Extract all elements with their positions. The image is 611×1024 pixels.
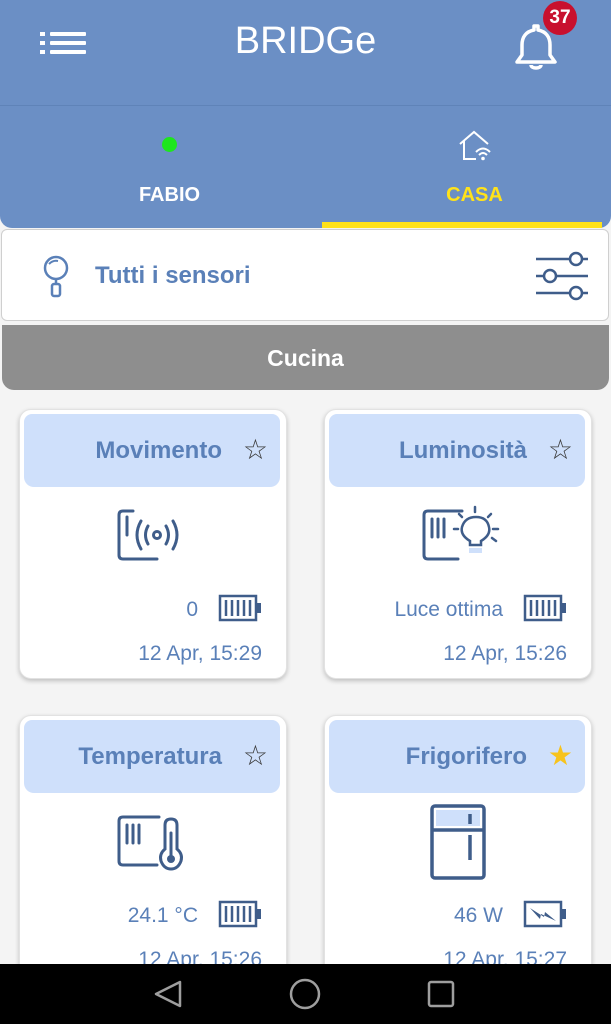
star-filled-icon[interactable]: ★ [548,742,573,770]
tab-casa[interactable]: CASA [322,106,611,228]
card-header: Luminosità ☆ [329,414,585,487]
star-icon[interactable]: ☆ [548,436,573,464]
tab-casa-label: CASA [446,184,503,206]
light-sensor-icon [422,505,502,570]
star-icon[interactable]: ☆ [243,742,268,770]
sensor-timestamp: 12 Apr, 15:29 [138,642,262,665]
recent-apps-icon[interactable] [425,978,457,1015]
sensor-filter-bar[interactable]: Tutti i sensori [1,229,609,321]
home-circle-icon[interactable] [288,978,322,1015]
tab-fabio[interactable]: FABIO [17,106,322,228]
online-status-icon [162,137,177,152]
card-title: Movimento [95,437,222,464]
system-nav-bar [0,964,611,1024]
card-header: Frigorifero ★ [329,720,585,793]
sensor-card-movimento[interactable]: Movimento ☆ 0 12 Apr, 15:29 [19,409,287,679]
star-icon[interactable]: ☆ [243,436,268,464]
home-wifi-icon [454,128,494,169]
card-title: Temperatura [78,743,222,770]
card-title: Luminosità [398,437,527,464]
sensor-value: 46 W [453,904,503,927]
filter-sliders-icon[interactable] [534,250,590,307]
sensor-card-frigorifero[interactable]: Frigorifero ★ 46 W 12 Apr, 15:27 [324,715,592,997]
power-plug-icon [523,900,567,933]
sensor-card-temperatura[interactable]: Temperatura ☆ 24.1 °C 12 Apr, 15:26 [19,715,287,997]
motion-sensor-icon [117,505,189,570]
card-title: Frigorifero [405,743,527,770]
battery-full-icon [523,594,567,627]
card-header: Movimento ☆ [24,414,280,487]
fridge-icon [428,804,488,887]
app-header: BRIDGe 37 FABIO CASA [0,0,611,228]
sensor-value: 24.1 °C [127,904,198,927]
filter-label: Tutti i sensori [95,262,251,289]
temperature-sensor-icon [117,811,189,878]
sensor-timestamp: 12 Apr, 15:26 [443,642,567,665]
battery-full-icon [218,900,262,933]
sensor-value: 0 [186,598,198,621]
room-header: Cucina [2,325,609,390]
room-name: Cucina [267,345,344,371]
sensor-card-luminosita[interactable]: Luminosità ☆ Luce ottima 12 Apr, 15:26 [324,409,592,679]
notification-badge: 37 [543,1,577,35]
card-header: Temperatura ☆ [24,720,280,793]
battery-full-icon [218,594,262,627]
tab-fabio-label: FABIO [138,184,201,206]
sensor-probe-icon [40,254,72,305]
back-icon[interactable] [152,978,186,1015]
sensor-value: Luce ottima [394,598,503,621]
active-tab-indicator [322,222,602,228]
